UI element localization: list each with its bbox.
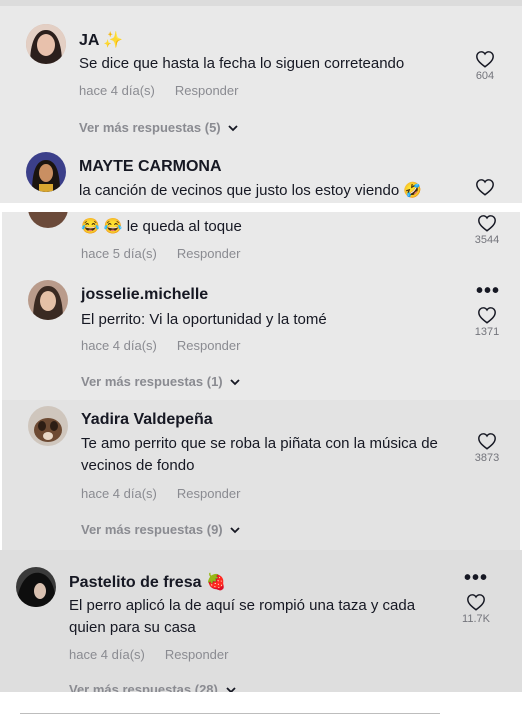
view-more-replies-label: Ver más respuestas (28) xyxy=(69,682,218,692)
comment-meta: hace 4 día(s) Responder xyxy=(79,83,238,98)
like-button[interactable]: 11.7K xyxy=(456,593,496,625)
like-button[interactable]: 1371 xyxy=(467,306,507,338)
view-more-replies-label: Ver más respuestas (5) xyxy=(79,120,221,135)
view-more-replies-button[interactable]: Ver más respuestas (5) xyxy=(79,120,238,135)
view-more-replies-label: Ver más respuestas (9) xyxy=(81,522,223,537)
comment-meta: hace 4 día(s) Responder xyxy=(81,486,240,501)
more-options-icon[interactable]: ••• xyxy=(464,568,488,588)
heart-outline-icon xyxy=(476,51,494,68)
comment-meta: hace 4 día(s) Responder xyxy=(81,338,240,353)
like-button[interactable]: 3873 xyxy=(467,432,507,464)
comment-text: la canción de vecinos que justo los esto… xyxy=(79,182,423,199)
avatar[interactable] xyxy=(26,24,66,64)
avatar-image xyxy=(28,280,68,320)
comments-panel-top: JA ✨ Se dice que hasta la fecha lo sigue… xyxy=(0,0,522,203)
chevron-down-icon xyxy=(228,125,238,132)
heart-outline-icon xyxy=(478,215,496,232)
heart-outline-icon xyxy=(467,594,485,611)
comment-time: hace 5 día(s) xyxy=(81,246,157,261)
like-count: 604 xyxy=(475,70,495,82)
comment-time: hace 4 día(s) xyxy=(81,486,157,501)
view-more-replies-label: Ver más respuestas (1) xyxy=(81,374,223,389)
comment-item: Yadira Valdepeña Te amo perrito que se r… xyxy=(2,400,520,550)
comment-item: 😂 😂 le queda al toque hace 5 día(s) Respo… xyxy=(2,212,520,272)
comment-item: josselie.michelle El perrito: Vi la opor… xyxy=(2,272,520,397)
comment-text: El perro aplicó la de aquí se rompió una… xyxy=(69,597,416,636)
avatar[interactable] xyxy=(26,152,66,192)
avatar[interactable] xyxy=(16,567,56,607)
comment-username[interactable]: JA ✨ xyxy=(79,30,123,50)
reply-button[interactable]: Responder xyxy=(177,246,241,261)
comment-username[interactable]: MAYTE CARMONA xyxy=(79,158,222,176)
like-count: 3873 xyxy=(474,452,500,464)
comment-text: 😂 😂 le queda al toque xyxy=(81,218,242,235)
comment-item: JA ✨ Se dice que hasta la fecha lo sigue… xyxy=(0,0,522,150)
comment-text: Se dice que hasta la fecha lo siguen cor… xyxy=(79,55,405,72)
view-more-replies-button[interactable]: Ver más respuestas (28) xyxy=(69,682,236,692)
view-more-replies-button[interactable]: Ver más respuestas (9) xyxy=(81,522,240,537)
more-options-icon[interactable]: ••• xyxy=(476,281,500,301)
avatar-image xyxy=(16,567,56,607)
reply-button[interactable]: Responder xyxy=(177,486,241,501)
avatar[interactable] xyxy=(28,280,68,320)
reply-button[interactable]: Responder xyxy=(175,83,239,98)
like-button[interactable] xyxy=(465,178,505,196)
comment-text: Te amo perrito que se roba la piñata con… xyxy=(81,435,438,474)
chevron-down-icon xyxy=(230,379,240,386)
comment-meta: hace 4 día(s) Responder xyxy=(69,647,228,662)
comment-item: MAYTE CARMONA la canción de vecinos que … xyxy=(0,150,522,203)
comment-username[interactable]: josselie.michelle xyxy=(81,286,208,304)
avatar-image xyxy=(28,406,68,446)
comments-panel-middle: 😂 😂 le queda al toque hace 5 día(s) Respo… xyxy=(2,212,520,550)
divider xyxy=(20,713,440,714)
view-more-replies-button[interactable]: Ver más respuestas (1) xyxy=(81,374,240,389)
like-count: 1371 xyxy=(474,326,500,338)
comment-time: hace 4 día(s) xyxy=(81,338,157,353)
avatar-image xyxy=(26,152,66,192)
reply-button[interactable]: Responder xyxy=(177,338,241,353)
like-button[interactable]: 604 xyxy=(465,50,505,82)
avatar[interactable] xyxy=(28,406,68,446)
heart-outline-icon xyxy=(478,307,496,324)
comments-panel-bottom: Pastelito de fresa 🍓 El perro aplicó la … xyxy=(0,550,522,692)
comment-time: hace 4 día(s) xyxy=(69,647,145,662)
heart-outline-icon xyxy=(476,179,494,196)
heart-outline-icon xyxy=(478,433,496,450)
like-button[interactable]: 3544 xyxy=(467,214,507,246)
comment-text: El perrito: Vi la oportunidad y la tomé xyxy=(81,311,327,328)
comment-time: hace 4 día(s) xyxy=(79,83,155,98)
like-count: 3544 xyxy=(474,234,500,246)
reply-button[interactable]: Responder xyxy=(165,647,229,662)
chevron-down-icon xyxy=(230,527,240,534)
comment-username[interactable]: Pastelito de fresa 🍓 xyxy=(69,572,226,592)
comment-meta: hace 5 día(s) Responder xyxy=(81,246,240,261)
chevron-down-icon xyxy=(225,687,236,692)
avatar[interactable] xyxy=(28,212,68,228)
comment-username[interactable]: Yadira Valdepeña xyxy=(81,411,213,429)
like-count: 11.7K xyxy=(462,613,490,625)
comment-item: Pastelito de fresa 🍓 El perro aplicó la … xyxy=(0,550,522,692)
avatar-image xyxy=(26,24,66,64)
